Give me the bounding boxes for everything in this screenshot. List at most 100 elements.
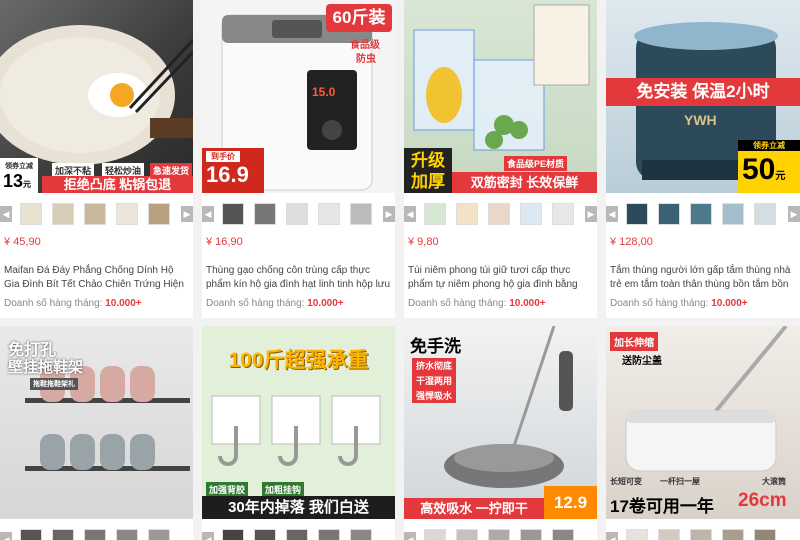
thumbnail[interactable] [254, 203, 276, 225]
thumbnail-strip: ◀ [606, 519, 800, 540]
thumbnail[interactable] [116, 529, 138, 540]
thumbnail[interactable] [520, 203, 542, 225]
product-card[interactable]: 领券立减 13元 加深不粘 轻松炒油 急速发货 拒绝凸底 粘锅包退 ◀ ▶ ¥ … [0, 0, 193, 318]
feature-tag-2: 加粗挂钩 [262, 482, 305, 497]
product-image[interactable]: 加长伸缩 送防尘盖 长短可变 一杆扫一屋 大滚筒 17卷可用一年 26cm [606, 326, 800, 519]
product-grid: 领券立减 13元 加深不粘 轻松炒油 急速发货 拒绝凸底 粘锅包退 ◀ ▶ ¥ … [0, 0, 800, 540]
thumbnail[interactable] [690, 529, 712, 540]
product-image[interactable]: 免安装 保温2小时 YWH 领券立减 50元 [606, 0, 800, 193]
feature-tag-1: 加强背胶 [206, 482, 249, 497]
thumbnail[interactable] [84, 529, 106, 540]
product-title[interactable]: Thùng gạo chống côn trùng cấp thực phẩm … [206, 264, 392, 292]
product-card[interactable]: 15.0 60斤装 食品级 防虫 到手价 16.9 ◀ ▶ ¥ 16,90 Th… [202, 0, 395, 318]
thumbnail[interactable] [754, 203, 776, 225]
headline: 100斤超强承重 [228, 349, 369, 372]
product-price: ¥ 128,00 [610, 236, 653, 248]
coupon-amount: 13元 [3, 171, 32, 191]
chevron-left-icon[interactable]: ◀ [404, 206, 416, 222]
thumbnail[interactable] [552, 203, 574, 225]
product-image[interactable]: 15.0 60斤装 食品级 防虫 到手价 16.9 [202, 0, 395, 193]
chevron-left-icon[interactable]: ◀ [0, 206, 12, 222]
product-card[interactable]: 食品级PE材质 升级 加厚 双筋密封 长效保鲜 ◀ ▶ ¥ 9,80 Túi n… [404, 0, 597, 318]
product-card[interactable]: 免安装 保温2小时 YWH 领券立减 50元 ◀ ▶ ¥ 128,00 Tắm … [606, 0, 800, 318]
thumbnail[interactable] [116, 203, 138, 225]
slogan-banner: 拒绝凸底 粘锅包退 [42, 176, 193, 193]
thumbnail[interactable] [520, 529, 542, 540]
chevron-left-icon[interactable]: ◀ [202, 206, 214, 222]
brand-logo: YWH [684, 112, 717, 128]
monthly-sales: Doanh số hàng tháng: 10.000+ [206, 298, 344, 309]
thumbnail-strip: ◀ ▶ [404, 193, 597, 227]
chevron-left-icon[interactable]: ◀ [606, 532, 618, 540]
thumbnail[interactable] [658, 529, 680, 540]
thumbnail[interactable] [722, 529, 744, 540]
chevron-right-icon[interactable]: ▶ [181, 206, 193, 222]
thumbnail[interactable] [84, 203, 106, 225]
display-readout: 15.0 [312, 85, 336, 99]
chevron-left-icon[interactable]: ◀ [0, 532, 12, 540]
thumbnail[interactable] [424, 203, 446, 225]
chevron-right-icon[interactable]: ▶ [383, 206, 395, 222]
thumbnail[interactable] [424, 529, 446, 540]
monthly-sales: Doanh số hàng tháng: 10.000+ [4, 298, 142, 309]
product-card[interactable]: 加长伸缩 送防尘盖 长短可变 一杆扫一屋 大滚筒 17卷可用一年 26cm ◀ [606, 326, 800, 540]
thumbnail[interactable] [626, 203, 648, 225]
headline: 免手洗 [410, 337, 461, 356]
thumbnail[interactable] [456, 529, 478, 540]
chevron-right-icon[interactable]: ▶ [585, 206, 597, 222]
product-price: ¥ 45,90 [4, 236, 41, 248]
thumbnail[interactable] [52, 529, 74, 540]
thumbnail[interactable] [20, 529, 42, 540]
feature-tag-2: 干湿两用 [412, 373, 457, 388]
thumbnail[interactable] [318, 203, 340, 225]
chevron-left-icon[interactable]: ◀ [202, 532, 214, 540]
thumbnail[interactable] [222, 203, 244, 225]
feature-text-1: 长短可变 [610, 477, 642, 486]
thumbnail[interactable] [286, 529, 308, 540]
product-image[interactable]: 100斤超强承重 加强背胶 加粗挂钩 30年内掉落 我们白送 [202, 326, 395, 519]
thumbnail[interactable] [350, 529, 372, 540]
coupon-tag: 领券立减 50元 [738, 140, 800, 193]
product-price: ¥ 16,90 [206, 236, 243, 248]
food-grade-tag: 食品级 [350, 40, 380, 51]
thumbnail[interactable] [350, 203, 372, 225]
product-card[interactable]: 100斤超强承重 加强背胶 加粗挂钩 30年内掉落 我们白送 ◀ [202, 326, 395, 540]
headline-2: 送防尘盖 [622, 356, 662, 367]
thumbnail[interactable] [754, 529, 776, 540]
thumbnail[interactable] [52, 203, 74, 225]
product-title[interactable]: Tắm thùng người lớn gấp tắm thùng nhà tr… [610, 264, 796, 292]
chevron-left-icon[interactable]: ◀ [404, 532, 416, 540]
thumbnail[interactable] [20, 203, 42, 225]
price-tag: 到手价 16.9 [202, 148, 264, 193]
thumbnail[interactable] [722, 203, 744, 225]
product-image[interactable]: 领券立减 13元 加深不粘 轻松炒油 急速发货 拒绝凸底 粘锅包退 [0, 0, 193, 193]
thumbnail[interactable] [690, 203, 712, 225]
thumbnail[interactable] [488, 529, 510, 540]
price-tag: 12.9 [544, 486, 597, 519]
monthly-sales: Doanh số hàng tháng: 10.000+ [408, 298, 546, 309]
chevron-right-icon[interactable]: ▶ [788, 206, 800, 222]
thumbnail[interactable] [286, 203, 308, 225]
chevron-left-icon[interactable]: ◀ [606, 206, 618, 222]
thumbnail[interactable] [148, 529, 170, 540]
product-card[interactable]: 免打孔 壁挂拖鞋架 拖鞋拖鞋架礼 ◀ [0, 326, 193, 540]
thumbnail[interactable] [148, 203, 170, 225]
coupon-label: 领券立减 [5, 163, 33, 170]
thumbnail[interactable] [318, 529, 340, 540]
coupon-tag: 领券立减 13元 [0, 158, 38, 193]
product-card[interactable]: 免手洗 挤水彻底 干湿两用 强悍吸水 高效吸水 一拧即干 12.9 ◀ [404, 326, 597, 540]
product-image[interactable]: 免手洗 挤水彻底 干湿两用 强悍吸水 高效吸水 一拧即干 12.9 [404, 326, 597, 519]
product-title[interactable]: Túi niêm phong túi giữ tươi cấp thực phẩ… [408, 264, 594, 292]
thumbnail[interactable] [552, 529, 574, 540]
headline-1: 加长伸缩 [610, 332, 658, 351]
thumbnail[interactable] [626, 529, 648, 540]
monthly-sales: Doanh số hàng tháng: 10.000+ [610, 298, 748, 309]
thumbnail[interactable] [254, 529, 276, 540]
product-image[interactable]: 免打孔 壁挂拖鞋架 拖鞋拖鞋架礼 [0, 326, 193, 519]
thumbnail[interactable] [488, 203, 510, 225]
thumbnail[interactable] [658, 203, 680, 225]
product-title[interactable]: Maifan Đá Đáy Phẳng Chống Dính Hộ Gia Đì… [4, 264, 190, 292]
product-image[interactable]: 食品级PE材质 升级 加厚 双筋密封 长效保鲜 [404, 0, 597, 193]
thumbnail[interactable] [222, 529, 244, 540]
thumbnail[interactable] [456, 203, 478, 225]
